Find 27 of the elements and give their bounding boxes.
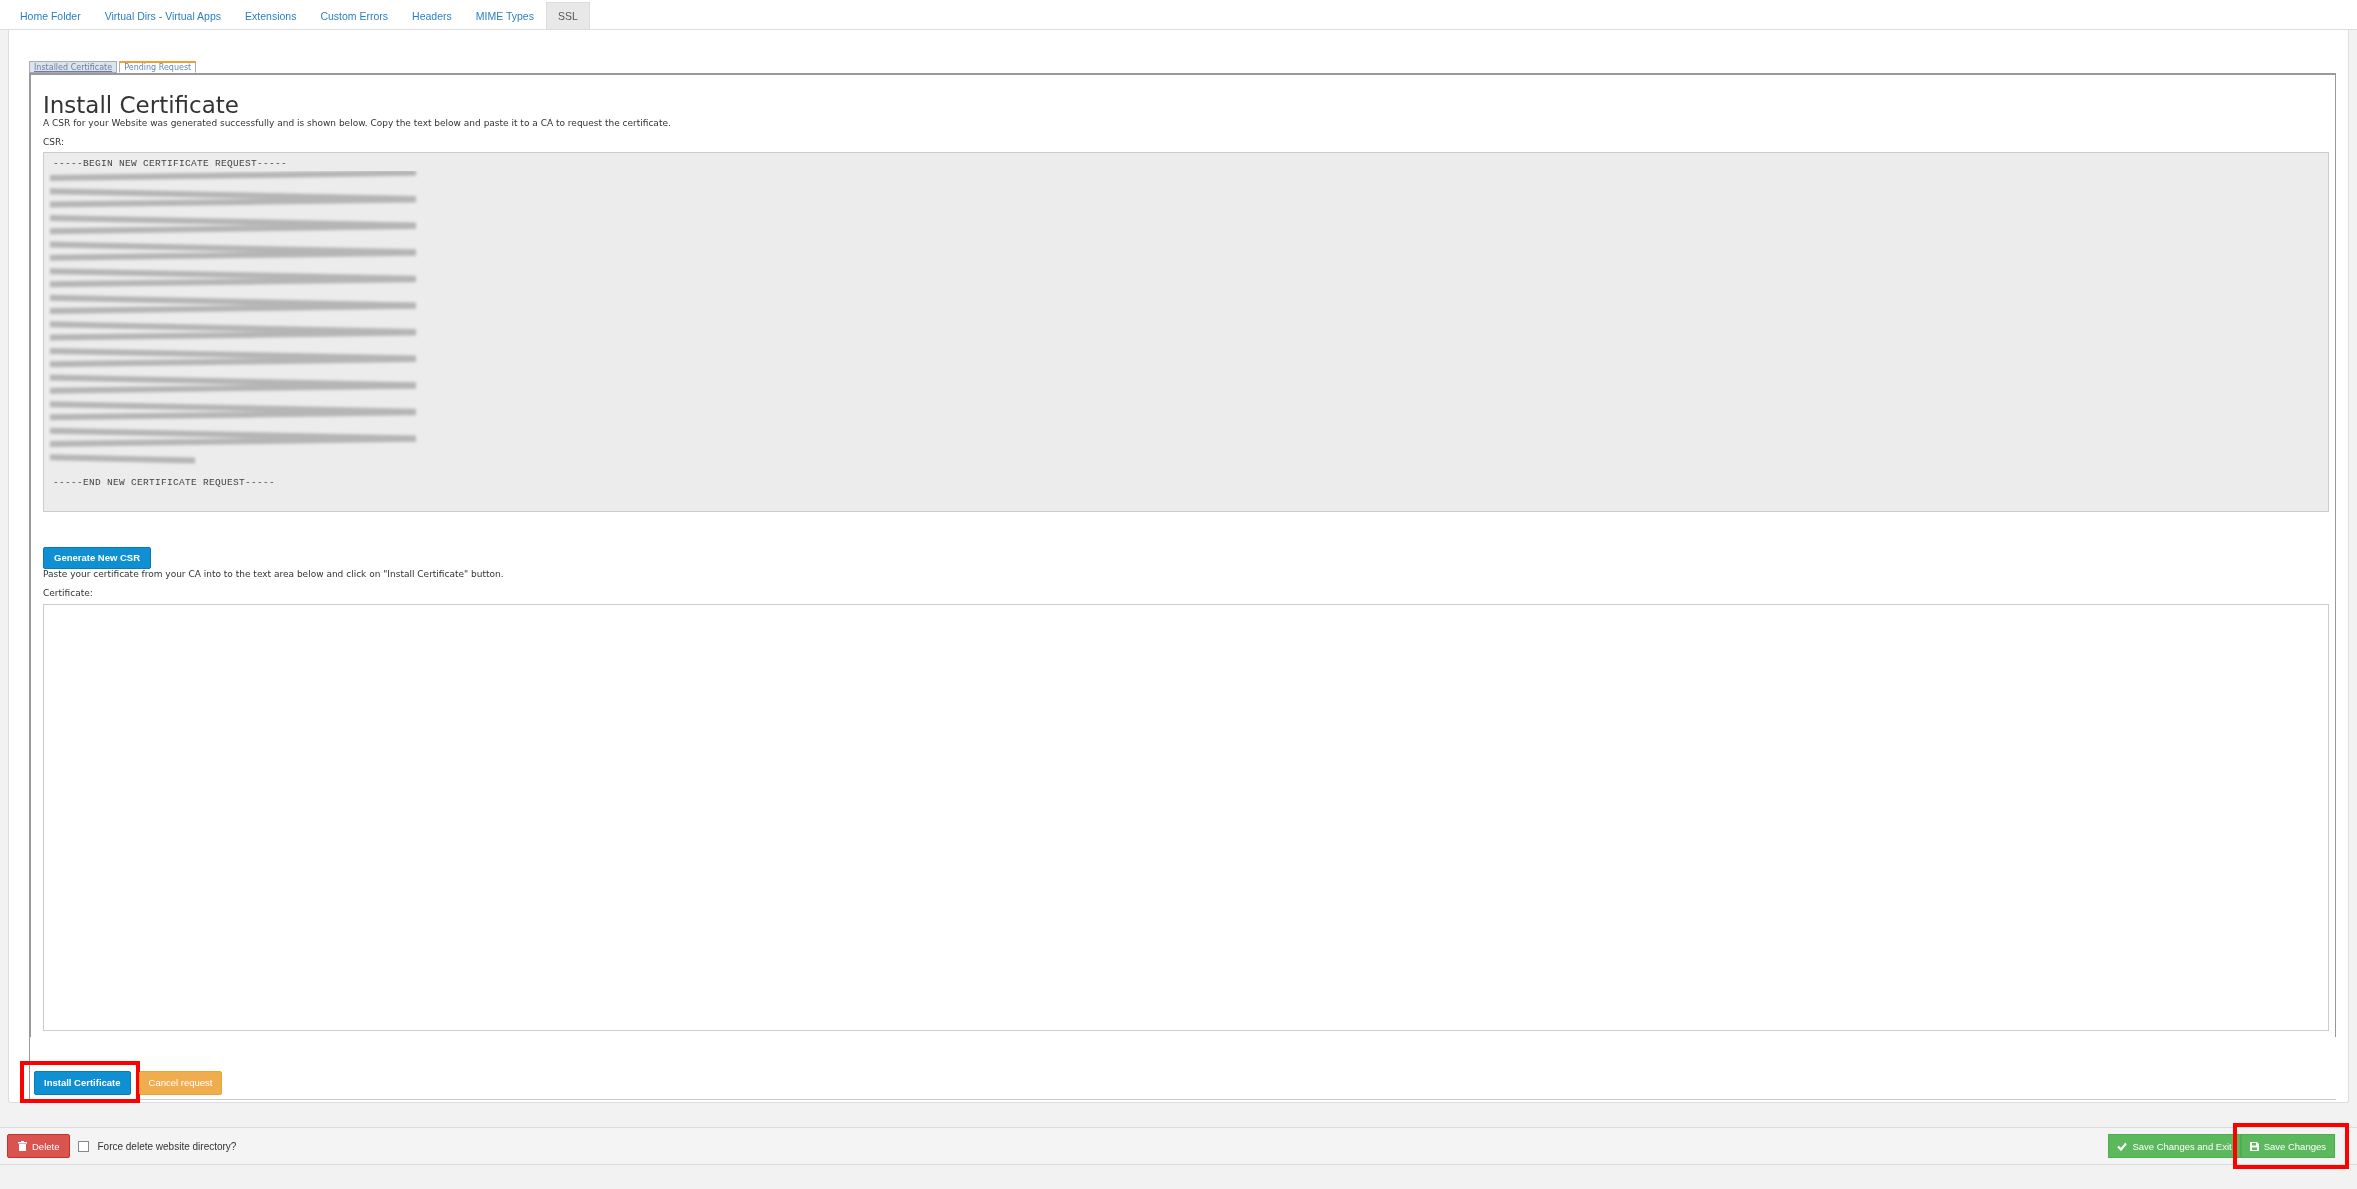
csr-text-area[interactable]: -----BEGIN NEW CERTIFICATE REQUEST----- -----END NEW CERTIFICATE REQUEST----- bbox=[43, 152, 2329, 513]
tab[interactable]: Custom Errors bbox=[308, 2, 401, 29]
csr-end-line: -----END NEW CERTIFICATE REQUEST----- bbox=[52, 477, 277, 489]
field-label: Certificate: bbox=[43, 587, 94, 598]
save-button[interactable]: Save Changes bbox=[2240, 1134, 2335, 1158]
trash-icon bbox=[18, 1141, 27, 1151]
delete-button[interactable]: Delete bbox=[7, 1134, 71, 1158]
tab[interactable]: Virtual Dirs - Virtual Apps bbox=[92, 2, 234, 29]
save-and-exit-button[interactable]: Save Changes and Exit bbox=[2108, 1134, 2241, 1158]
csr-begin-line: -----BEGIN NEW CERTIFICATE REQUEST----- bbox=[52, 158, 289, 170]
tab[interactable]: Extensions bbox=[233, 2, 309, 29]
page-heading: Install Certificate bbox=[43, 93, 241, 119]
tab[interactable]: Home Folder bbox=[8, 2, 93, 29]
generate-csr-button[interactable]: Generate New CSR bbox=[43, 546, 152, 569]
checkbox-label: Force delete website directory? bbox=[97, 1140, 237, 1152]
tab[interactable]: MIME Types bbox=[463, 2, 546, 29]
install-button[interactable]: Install Certificate bbox=[34, 1070, 131, 1095]
save-icon bbox=[2249, 1141, 2259, 1151]
tab[interactable]: Headers bbox=[400, 2, 464, 29]
sub-tab[interactable]: Installed Certificate bbox=[29, 61, 118, 73]
instructions-text: Paste your certificate from your CA into to the text area below and click on "Install Certificate" button. bbox=[43, 568, 505, 579]
intro-text: A CSR for your Website was generated successfully and is shown below. Copy the text below and paste it to a CA to request the certificate. bbox=[43, 118, 672, 129]
check-icon bbox=[2117, 1141, 2128, 1151]
field-label: CSR: bbox=[43, 137, 65, 148]
checkbox[interactable] bbox=[78, 1140, 90, 1152]
sub-tab[interactable]: Pending Request bbox=[119, 61, 197, 73]
tab[interactable]: SSL bbox=[545, 2, 590, 29]
